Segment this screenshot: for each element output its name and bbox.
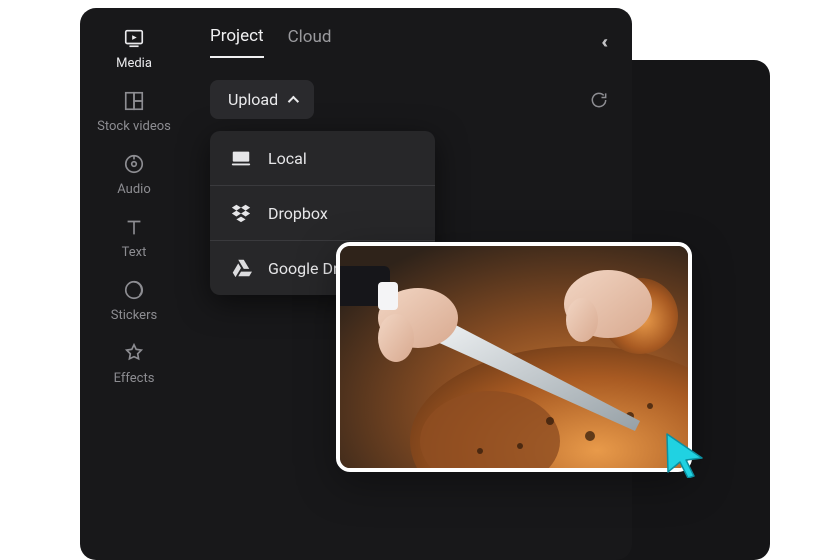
sidebar-item-stickers[interactable]: Stickers <box>111 278 157 323</box>
sidebar-item-label: Media <box>116 56 152 71</box>
effects-icon <box>122 341 146 365</box>
sidebar-item-label: Stock videos <box>97 119 171 134</box>
sidebar-item-effects[interactable]: Effects <box>114 341 155 386</box>
sidebar-item-audio[interactable]: Audio <box>117 152 150 197</box>
menu-item-label: Dropbox <box>268 204 328 223</box>
menu-item-dropbox[interactable]: Dropbox <box>210 185 435 240</box>
tab-project[interactable]: Project <box>210 26 264 58</box>
media-thumbnail[interactable] <box>336 242 692 472</box>
sidebar-item-stock-videos[interactable]: Stock videos <box>97 89 171 134</box>
audio-icon <box>122 152 146 176</box>
collapse-panel-button[interactable]: ‹‹ <box>601 32 610 53</box>
upload-button[interactable]: Upload <box>210 80 314 119</box>
sidebar-item-label: Audio <box>117 182 150 197</box>
menu-item-local[interactable]: Local <box>210 131 435 185</box>
google-drive-icon <box>230 257 252 279</box>
stickers-icon <box>122 278 146 302</box>
desktop-icon <box>230 147 252 169</box>
upload-button-label: Upload <box>228 90 278 109</box>
panel-tabs: Project Cloud ‹‹ <box>210 26 610 58</box>
sidebar-item-label: Text <box>122 245 147 260</box>
tab-cloud[interactable]: Cloud <box>288 27 332 57</box>
refresh-button[interactable] <box>588 89 610 111</box>
sidebar-item-label: Stickers <box>111 308 157 323</box>
sidebar-item-text[interactable]: Text <box>122 215 147 260</box>
toolbar: Upload <box>210 80 610 119</box>
chevron-up-icon <box>288 95 299 106</box>
text-icon <box>122 215 146 239</box>
tool-sidebar: Media Stock videos Audio <box>80 8 188 560</box>
stock-videos-icon <box>122 89 146 113</box>
menu-item-label: Local <box>268 149 307 168</box>
media-icon <box>122 26 146 50</box>
sidebar-item-label: Effects <box>114 371 155 386</box>
dropbox-icon <box>230 202 252 224</box>
sidebar-item-media[interactable]: Media <box>116 26 152 71</box>
